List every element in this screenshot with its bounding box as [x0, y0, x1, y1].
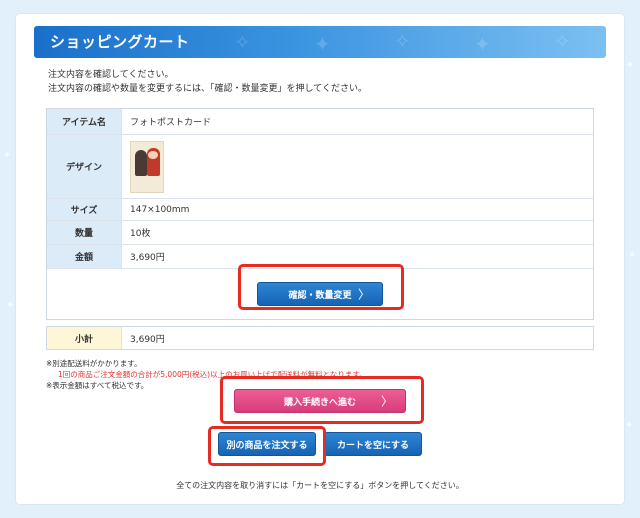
item-name-value: フォトポストカード [121, 109, 593, 134]
camera-motif-icon: ✧ [234, 30, 251, 54]
design-thumbnail [130, 140, 164, 193]
sparkle-icon: ✦ [625, 420, 634, 431]
camera-motif-icon: ✦ [314, 32, 331, 56]
highlight-box [220, 376, 424, 424]
sparkle-icon: ✦ [628, 250, 637, 261]
row-label: 金額 [47, 245, 121, 268]
page-title: ショッピングカート [50, 33, 190, 51]
camera-motif-icon: ✦ [474, 32, 491, 56]
subtotal-label: 小計 [47, 327, 121, 349]
subtotal-row: 小計 3,690円 [46, 326, 594, 350]
table-row: サイズ 147×100mm [47, 199, 593, 221]
button-label: カートを空にする [336, 440, 410, 451]
intro-line: 注文内容を確認してください。 [48, 70, 174, 80]
intro-text: 注文内容を確認してください。 注文内容の確認や数量を変更するには、「確認・数量変… [48, 68, 367, 96]
sparkle-icon: ✦ [6, 300, 15, 311]
note-line: ※別途配送料がかかります。 [46, 359, 142, 368]
footer-note: 全ての注文内容を取り消すには「カートを空にする」ボタンを押してください。 [176, 481, 464, 490]
design-cell [121, 135, 593, 198]
intro-line: 注文内容の確認や数量を変更するには、「確認・数量変更」を押してください。 [48, 84, 367, 94]
quantity-value: 10枚 [121, 221, 593, 244]
sparkle-icon: ✦ [626, 60, 635, 71]
row-label: サイズ [47, 199, 121, 220]
highlight-box [238, 264, 404, 310]
camera-motif-icon: ✧ [554, 29, 571, 53]
camera-motif-icon: ✧ [394, 29, 411, 53]
row-label: デザイン [47, 135, 121, 198]
empty-cart-button[interactable]: カートを空にする [324, 432, 422, 456]
table-row: アイテム名 フォトポストカード [47, 109, 593, 135]
cart-panel: ✧ ✦ ✧ ✦ ✧ ショッピングカート 注文内容を確認してください。 注文内容の… [16, 14, 624, 504]
table-row: 数量 10枚 [47, 221, 593, 245]
size-value: 147×100mm [121, 199, 593, 220]
highlight-box [208, 426, 326, 466]
subtotal-value: 3,690円 [121, 327, 593, 349]
row-label: 数量 [47, 221, 121, 244]
table-row: デザイン [47, 135, 593, 199]
title-bar: ✧ ✦ ✧ ✦ ✧ ショッピングカート [34, 26, 606, 58]
sparkle-icon: ✦ [3, 150, 12, 161]
row-label: アイテム名 [47, 109, 121, 134]
